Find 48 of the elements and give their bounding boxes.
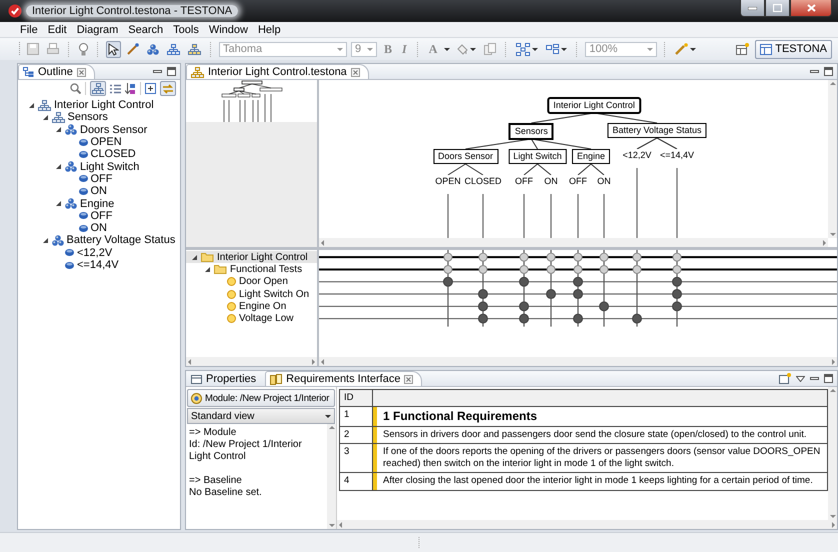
menu-item[interactable]: Tools xyxy=(169,24,203,36)
tree-item[interactable]: <=14,4V xyxy=(77,259,119,271)
tree-item[interactable]: ON xyxy=(90,222,107,234)
tree-item[interactable]: OFF xyxy=(90,172,112,185)
tree-item[interactable]: Door Open xyxy=(239,276,288,288)
tree-item[interactable]: Engine On xyxy=(239,300,286,312)
table-cell: If one of the doors reports the opening of the drivers or passengers doors (sensor value DOORS_OPEN reached) then switch on the interior light in mode 1 of the light switch. xyxy=(377,444,828,472)
diagram-node[interactable]: Sensors xyxy=(508,123,554,140)
diagram-node[interactable]: Light Switch xyxy=(508,149,567,164)
menu-item[interactable]: File xyxy=(16,24,42,36)
view-tab[interactable]: Properties xyxy=(206,373,256,385)
tree-item[interactable]: <12,2V xyxy=(77,246,112,259)
table-cell: 1 Functional Requirements xyxy=(377,406,828,426)
menu-item[interactable]: Help xyxy=(254,24,285,36)
tree-item[interactable]: Engine xyxy=(80,198,114,210)
tree-item[interactable]: ON xyxy=(90,185,107,198)
diagram-node[interactable]: Engine xyxy=(572,149,610,164)
info-text: No Baseline set. xyxy=(189,487,263,499)
info-text: Id: /New Project 1/Interior Light Control xyxy=(189,439,303,463)
view-select[interactable]: Standard view xyxy=(187,408,335,424)
info-heading: => Module xyxy=(189,427,238,439)
menu-item[interactable]: Search xyxy=(124,24,168,36)
tree-item[interactable]: OPEN xyxy=(90,136,122,148)
diagram-node[interactable]: Doors Sensor xyxy=(432,149,498,164)
table-cell: After closing the last opened door the interior light in mode 1 keeps lighting for a certain period of time. xyxy=(377,472,828,490)
window-title: Interior Light Control.testona - TESTONA xyxy=(26,5,238,17)
table-cell: Sensors in drivers door and passengers door send the closure state (open/closed) to the control unit. xyxy=(377,426,828,444)
menu-item[interactable]: Edit xyxy=(44,24,71,36)
diagram-node[interactable]: Interior Light Control xyxy=(547,97,641,114)
diagram-node[interactable]: Battery Voltage Status xyxy=(607,123,707,138)
menu-item[interactable]: Window xyxy=(204,24,252,36)
tree-item[interactable]: Light Switch xyxy=(80,160,140,173)
tree-item[interactable]: Doors Sensor xyxy=(80,124,148,136)
info-heading: => Baseline xyxy=(189,475,243,487)
tree-item[interactable]: Sensors xyxy=(68,111,108,124)
class-label[interactable]: <=14,4V xyxy=(658,149,696,162)
tree-item[interactable]: Light Switch On xyxy=(239,288,310,300)
class-label[interactable]: <12,2V xyxy=(622,149,652,162)
tree-item[interactable]: Battery Voltage Status xyxy=(66,234,176,246)
tree-item[interactable]: Functional Tests xyxy=(230,264,302,275)
tree-item[interactable]: Voltage Low xyxy=(239,313,294,324)
module-button[interactable]: Module: /New Project 1/Interior xyxy=(187,389,335,407)
menu-item[interactable]: Diagram xyxy=(72,24,122,36)
tree-item[interactable]: CLOSED xyxy=(90,148,136,160)
column-header: ID xyxy=(340,390,372,406)
tree-item[interactable]: Interior Light Control xyxy=(54,99,154,112)
perspective-button[interactable]: TESTONA xyxy=(755,40,832,58)
tree-item[interactable]: OFF xyxy=(90,210,112,222)
